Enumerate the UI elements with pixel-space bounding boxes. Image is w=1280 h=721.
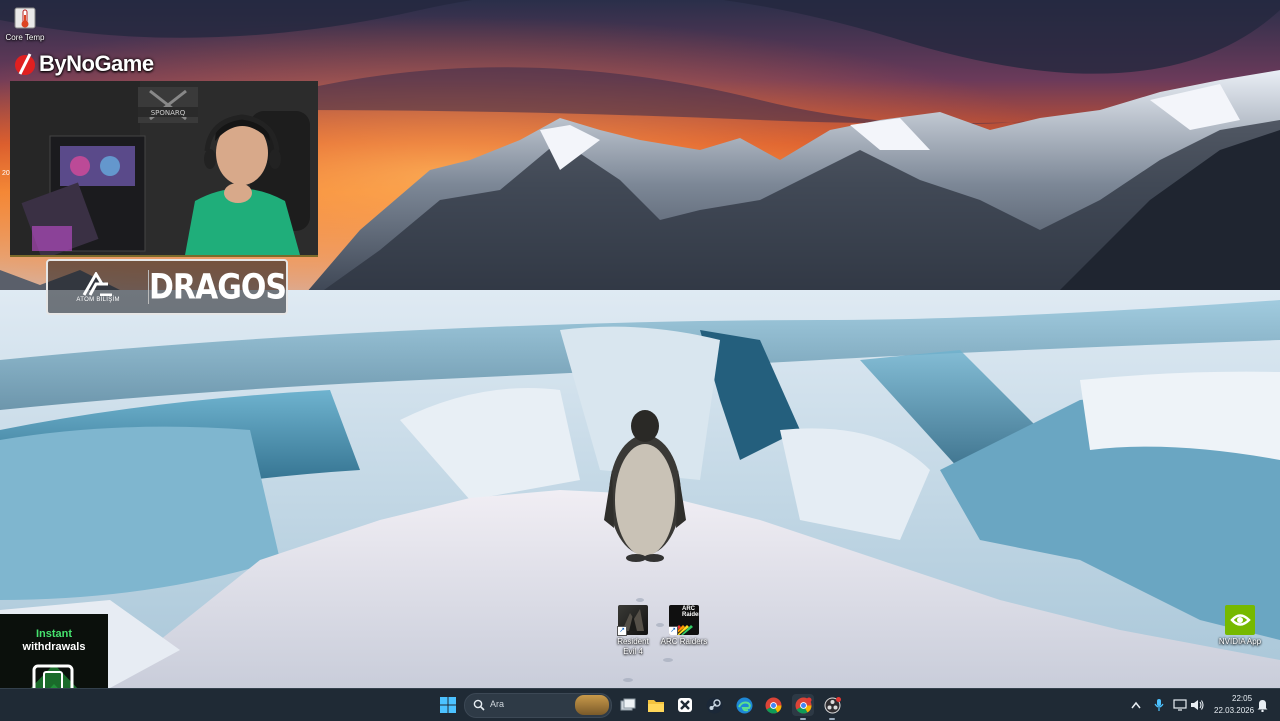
obs-button[interactable] (821, 694, 843, 716)
webcam-sign-text: SPONARQ (151, 109, 186, 117)
atom-logo-icon (82, 271, 113, 296)
webcam-image: SPONARQ (10, 81, 318, 255)
obs-icon (824, 696, 841, 713)
edge-icon (736, 697, 752, 713)
notification-button[interactable] (1253, 694, 1271, 716)
chrome-icon (765, 697, 781, 713)
dragos-logo-text: DRAGOS (149, 266, 287, 308)
atom-bilisim-logo: ATOM BİLİŞİM (48, 271, 148, 303)
arc-raiders-label: ARC Raiders (660, 637, 708, 646)
xbox-app-button[interactable] (674, 694, 696, 716)
chrome-button[interactable] (762, 694, 784, 716)
shortcut-arrow-icon: ↗ (617, 626, 627, 636)
desktop-icon-arc-raiders[interactable]: ARC Raiders ↗ ARC Raiders (652, 605, 716, 647)
search-placeholder: Ara (490, 699, 505, 709)
microphone-button[interactable] (1150, 694, 1168, 716)
network-button[interactable] (1171, 694, 1189, 716)
steam-icon (706, 697, 722, 713)
search-icon (473, 699, 485, 711)
task-view-button[interactable] (617, 694, 639, 716)
microphone-icon (1154, 699, 1164, 711)
clock-time[interactable]: 22:05 (1232, 694, 1252, 703)
nvidia-app-icon (1225, 605, 1255, 635)
promo-line1: Instant (35, 628, 73, 640)
volume-icon (1191, 700, 1204, 710)
bynogame-name: ByNoGame (39, 51, 154, 76)
taskbar: Ara 22:05 22.03.2026 (0, 688, 1280, 721)
bynogame-brand: ByNoGame (14, 50, 154, 78)
start-icon (440, 697, 456, 713)
file-explorer-icon (648, 699, 664, 712)
search-highlight-image (575, 695, 609, 715)
start-button[interactable] (437, 694, 459, 716)
task-view-icon (620, 698, 636, 711)
clock-date[interactable]: 22.03.2026 (1214, 706, 1254, 715)
chrome-beta-icon (795, 697, 811, 713)
chevron-up-icon (1131, 701, 1141, 709)
desktop-icon-core-temp[interactable]: Core Temp (0, 5, 57, 43)
steam-button[interactable] (703, 694, 725, 716)
bynogame-logo-icon (15, 53, 35, 75)
desktop-icon-nvidia-app[interactable]: NVIDIA App (1208, 605, 1272, 647)
xbox-app-icon (678, 698, 692, 712)
arc-raiders-art-text: ARC Raiders (682, 606, 699, 618)
side-text: 20 (2, 170, 10, 177)
network-icon (1173, 699, 1187, 711)
chrome-beta-button[interactable] (792, 694, 814, 716)
tray-overflow-button[interactable] (1127, 694, 1145, 716)
resident-evil-4-label: Resident Evil 4 (617, 637, 649, 656)
atom-caption: ATOM BİLİŞİM (76, 296, 120, 303)
core-temp-label: Core Temp (5, 33, 45, 42)
promo-line2: withdrawals (22, 641, 86, 653)
volume-button[interactable] (1188, 694, 1206, 716)
edge-button[interactable] (733, 694, 755, 716)
resident-evil-4-icon: ↗ (617, 605, 648, 636)
nvidia-app-label: NVIDIA App (1218, 637, 1262, 646)
webcam-feed: SPONARQ (10, 81, 318, 257)
sponsor-banner: ATOM BİLİŞİM DRAGOS (46, 259, 288, 315)
arc-raiders-icon: ARC Raiders ↗ (669, 605, 699, 635)
taskbar-search-box[interactable]: Ara (464, 693, 612, 718)
notification-bell-icon (1257, 699, 1267, 712)
shortcut-arrow-icon: ↗ (669, 626, 678, 635)
core-temp-icon (12, 5, 38, 31)
file-explorer-button[interactable] (645, 694, 667, 716)
